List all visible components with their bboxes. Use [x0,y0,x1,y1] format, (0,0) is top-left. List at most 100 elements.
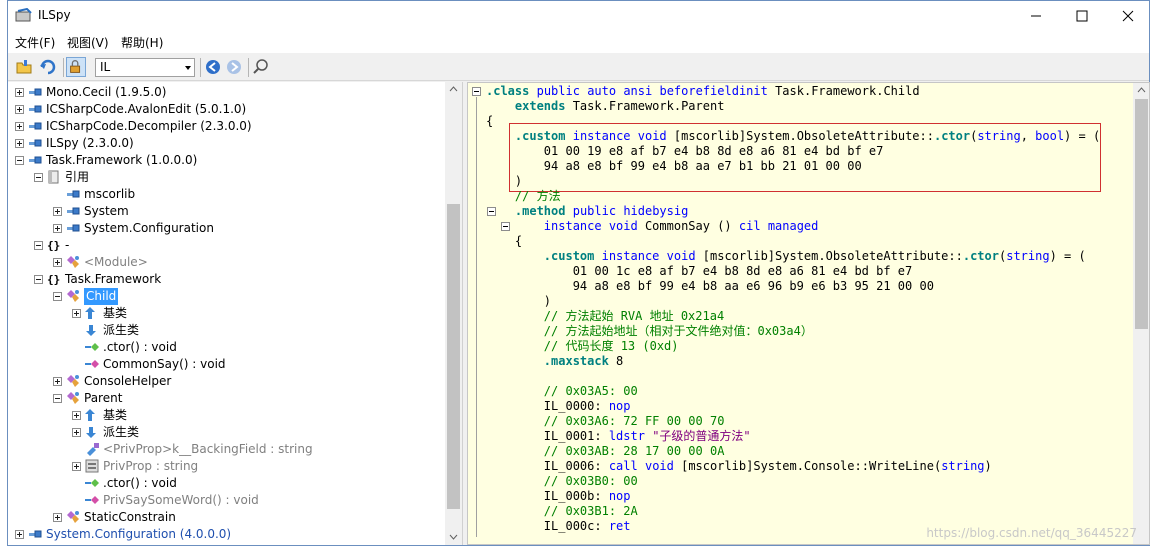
tree-node-mono-cecil[interactable]: Mono.Cecil (1.9.5.0) [8,84,444,101]
tree-node-child-base-types[interactable]: 基类 [8,305,444,322]
scroll-down-icon[interactable] [445,530,462,544]
tree-node-namespace-empty[interactable]: {} - [8,237,444,254]
tree-node-label: 引用 [65,170,90,184]
tree-node-avalonedit[interactable]: ICSharpCode.AvalonEdit (5.0.1.0) [8,101,444,118]
reload-icon[interactable] [38,57,58,77]
code-line: IL_0006: call void [mscorlib]System.Cons… [486,459,992,473]
tree-node-label: Child [84,288,119,305]
minimize-button[interactable] [1013,1,1059,31]
tree-node-parent-ctor[interactable]: .ctor() : void [8,475,444,492]
expand-icon[interactable] [53,224,62,233]
class-icon [65,390,81,406]
tree-node-parent-backing-field[interactable]: <PrivProp>k__BackingField : string [8,441,444,458]
expand-icon[interactable] [72,411,81,420]
tree-node-consolehelper[interactable]: ConsoleHelper [8,373,444,390]
collapse-icon[interactable] [34,173,43,182]
base-types-icon [84,305,100,321]
tree-node-parent-derived-types[interactable]: 派生类 [8,424,444,441]
method-icon [84,356,100,372]
tree-node-child-commonsay[interactable]: CommonSay() : void [8,356,444,373]
forward-icon[interactable] [224,57,244,77]
tree-scrollbar-thumb[interactable] [447,204,460,509]
tree-node-namespace-task-framework[interactable]: {} Task.Framework [8,271,444,288]
tree-node-system-configuration-assembly[interactable]: System.Configuration (4.0.0.0) [8,526,444,543]
code-line: // 0x03B1: 2A [486,504,638,518]
code-line: ) [486,174,523,188]
code-line: instance void CommonSay () cil managed [543,219,819,233]
tree-node-ilspy[interactable]: ILSpy (2.3.0.0) [8,135,444,152]
fold-guide [476,97,477,537]
expand-icon[interactable] [72,428,81,437]
watermark: https://blog.csdn.net/qq_36445227 [926,526,1137,540]
code-line: .method public hidebysig [514,204,689,218]
maximize-button[interactable] [1059,1,1105,31]
expand-icon[interactable] [53,258,62,267]
menu-help[interactable]: 帮助(H) [121,34,163,51]
back-icon[interactable] [203,57,223,77]
expand-icon[interactable] [15,105,24,114]
tree-node-label: ICSharpCode.AvalonEdit (5.0.1.0) [46,102,247,116]
fold-toggle[interactable] [472,87,481,96]
search-icon[interactable] [251,57,271,77]
scroll-up-icon[interactable] [1133,83,1150,97]
code-line: // 代码长度 13 (0xd) [486,339,679,353]
tree-node-staticconstrain[interactable]: StaticConstrain [8,509,444,526]
tree-node-parent[interactable]: Parent [8,390,444,407]
collapse-icon[interactable] [34,275,43,284]
expand-icon[interactable] [53,207,62,216]
class-icon [65,509,81,525]
il-code-view[interactable]: .class public auto ansi beforefieldinit … [467,82,1150,545]
collapse-icon[interactable] [53,394,62,403]
code-scrollbar-thumb[interactable] [1135,99,1148,329]
tree-node-parent-privprop[interactable]: PrivProp : string [8,458,444,475]
menu-view[interactable]: 视图(V) [67,34,109,51]
code-line: IL_000b: nop [486,489,631,503]
expand-icon[interactable] [15,122,24,131]
tree-node-references[interactable]: 引用 [8,169,444,186]
svg-text:{}: {} [47,273,60,286]
close-button[interactable] [1105,1,1151,31]
code-line: ) [486,294,552,308]
expand-icon[interactable] [53,513,62,522]
tree-node-system[interactable]: System [8,203,444,220]
collapse-icon[interactable] [34,241,43,250]
expand-icon[interactable] [15,88,24,97]
tree-node-label: ICSharpCode.Decompiler (2.3.0.0) [46,119,252,133]
tree-node-task-framework-assembly[interactable]: Task.Framework (1.0.0.0) [8,152,444,169]
code-line: // 方法起始 RVA 地址 0x21a4 [486,309,725,323]
tree-node-label: 基类 [103,408,128,422]
expand-icon[interactable] [15,530,24,539]
tree-node-label: System.Configuration [84,221,214,235]
tree-node-label: Mono.Cecil (1.9.5.0) [46,85,167,99]
tree-node-module[interactable]: <Module> [8,254,444,271]
tree-node-label: System [84,204,129,218]
code-line: 94 a8 e8 bf 99 e4 b8 aa e7 b1 bb 21 01 0… [486,159,862,173]
tree-node-mscorlib[interactable]: mscorlib [8,186,444,203]
minimize-icon [1031,15,1041,17]
menu-file[interactable]: 文件(F) [15,34,55,51]
scroll-up-icon[interactable] [445,82,462,96]
assembly-icon [65,203,81,219]
tree-scrollbar[interactable] [445,82,462,545]
assembly-icon [65,220,81,236]
expand-icon[interactable] [15,139,24,148]
expand-icon[interactable] [72,462,81,471]
show-internal-icon[interactable] [66,57,86,77]
tree-node-parent-base-types[interactable]: 基类 [8,407,444,424]
expand-icon[interactable] [53,377,62,386]
language-dropdown[interactable]: IL [95,58,195,77]
tree-node-label: <PrivProp>k__BackingField : string [103,442,313,456]
tree-node-decompiler[interactable]: ICSharpCode.Decompiler (2.3.0.0) [8,118,444,135]
tree-node-child-ctor[interactable]: .ctor() : void [8,339,444,356]
tree-node-child-derived-types[interactable]: 派生类 [8,322,444,339]
collapse-icon[interactable] [53,292,62,301]
code-scrollbar[interactable] [1133,83,1150,544]
tree-node-system-configuration[interactable]: System.Configuration [8,220,444,237]
code-line: IL_0001: ldstr "子级的普通方法" [486,429,751,443]
tree-node-child[interactable]: Child [8,288,444,305]
collapse-icon[interactable] [15,156,24,165]
open-file-icon[interactable] [14,57,34,77]
tree-node-parent-privsaysomeword[interactable]: PrivSaySomeWord() : void [8,492,444,509]
expand-icon[interactable] [72,309,81,318]
tree-node-label: Task.Framework (1.0.0.0) [46,153,198,167]
